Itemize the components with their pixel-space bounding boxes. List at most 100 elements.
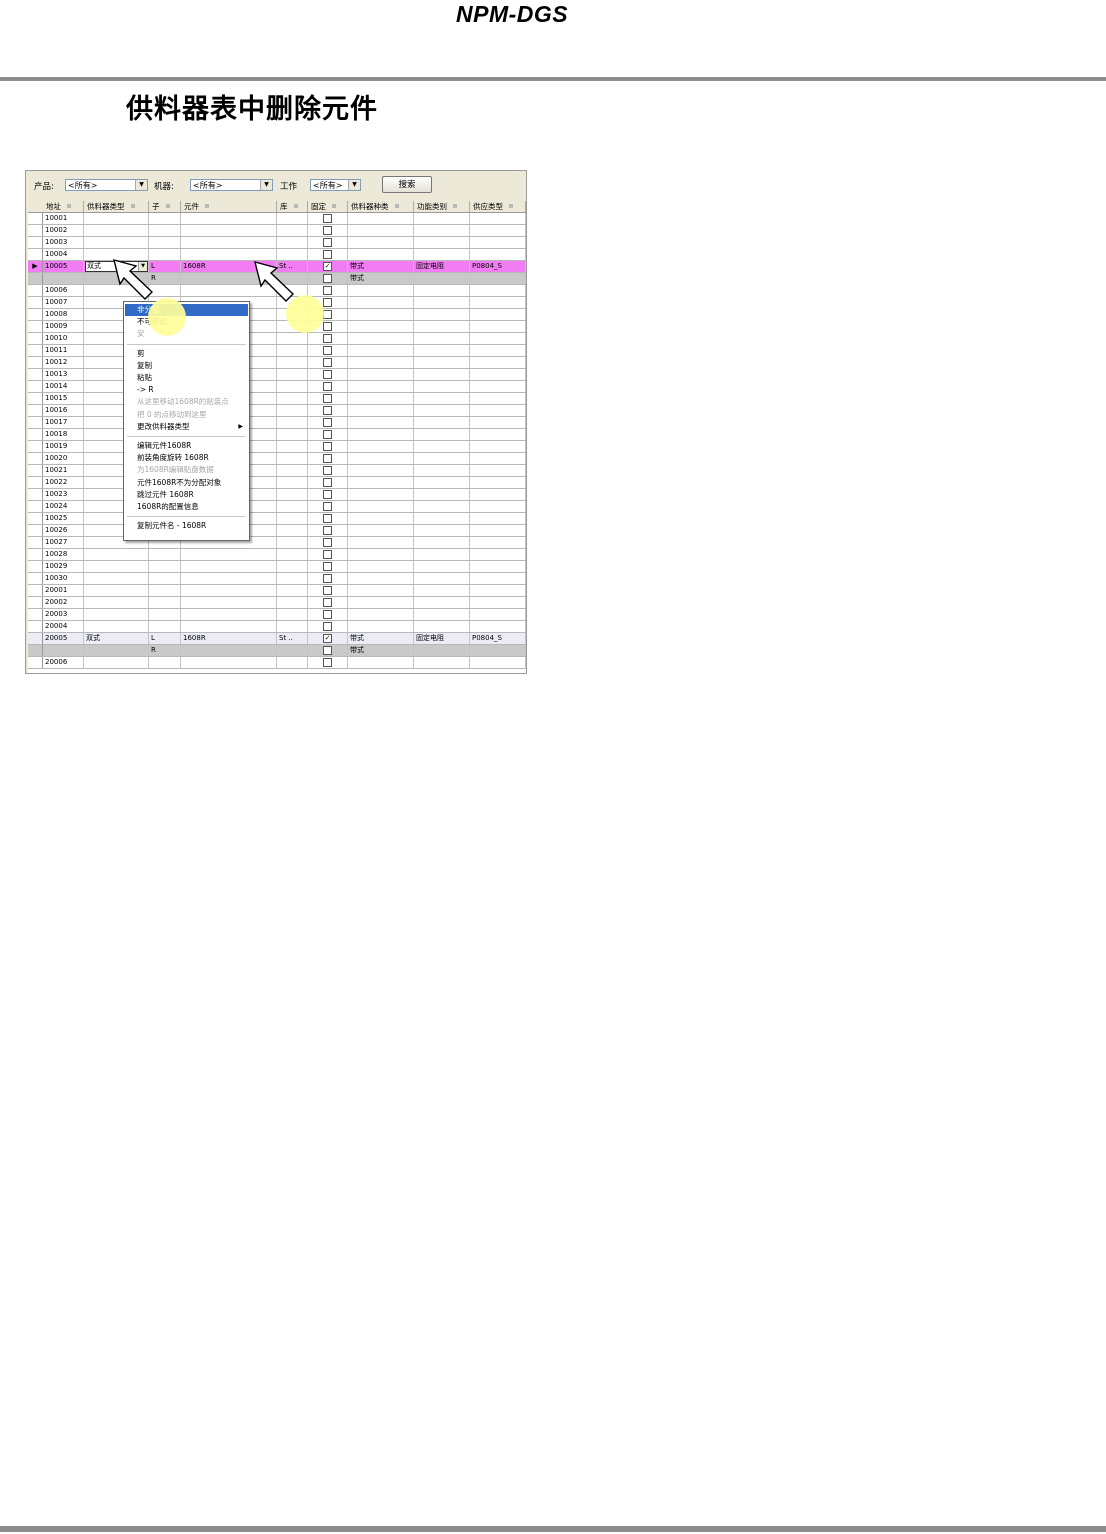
fixed-checkbox[interactable]	[323, 322, 332, 331]
table-cell-feeder-kind[interactable]	[348, 609, 414, 620]
fixed-checkbox[interactable]	[323, 562, 332, 571]
table-cell-addr[interactable]	[43, 273, 84, 284]
table-cell-fixed[interactable]	[308, 357, 348, 368]
table-cell-fixed[interactable]	[308, 513, 348, 524]
table-cell-feeder-kind[interactable]	[348, 477, 414, 488]
table-row[interactable]: 10027	[28, 537, 526, 549]
row-header[interactable]	[28, 333, 43, 344]
table-cell-part[interactable]	[181, 225, 277, 236]
table-cell-lib[interactable]: St ..	[277, 633, 308, 644]
table-cell-addr[interactable]: 10018	[43, 429, 84, 440]
table-row[interactable]: 10023	[28, 489, 526, 501]
table-row[interactable]: 10014	[28, 381, 526, 393]
table-cell-lib[interactable]	[277, 657, 308, 668]
table-cell-func[interactable]	[414, 321, 470, 332]
table-cell-part[interactable]	[181, 645, 277, 656]
table-cell-fixed[interactable]	[308, 417, 348, 428]
table-cell-feeder-type[interactable]	[84, 585, 149, 596]
table-cell-fixed[interactable]	[308, 609, 348, 620]
table-cell-fixed[interactable]	[308, 621, 348, 632]
fixed-checkbox[interactable]	[323, 538, 332, 547]
table-cell-addr[interactable]: 10010	[43, 333, 84, 344]
table-cell-supply[interactable]	[470, 477, 526, 488]
table-cell-lib[interactable]	[277, 237, 308, 248]
table-cell-fixed[interactable]	[308, 369, 348, 380]
fixed-checkbox[interactable]: ✓	[323, 262, 332, 271]
row-header[interactable]	[28, 561, 43, 572]
table-cell-lib[interactable]	[277, 213, 308, 224]
table-cell-sub[interactable]	[149, 549, 181, 560]
table-cell-supply[interactable]	[470, 309, 526, 320]
column-header[interactable]: 元件	[181, 201, 277, 212]
row-header[interactable]	[28, 645, 43, 656]
fixed-checkbox[interactable]	[323, 382, 332, 391]
table-cell-sub[interactable]	[149, 609, 181, 620]
table-cell-addr[interactable]: 10007	[43, 297, 84, 308]
table-cell-feeder-kind[interactable]	[348, 285, 414, 296]
table-row[interactable]: 10015	[28, 393, 526, 405]
fixed-checkbox[interactable]	[323, 370, 332, 379]
table-row[interactable]: 10020	[28, 453, 526, 465]
table-cell-func[interactable]	[414, 609, 470, 620]
fixed-checkbox[interactable]	[323, 586, 332, 595]
column-header[interactable]: 供料器类型	[84, 201, 149, 212]
table-cell-func[interactable]	[414, 225, 470, 236]
table-cell-addr[interactable]: 10017	[43, 417, 84, 428]
table-cell-fixed[interactable]	[308, 573, 348, 584]
table-cell-addr[interactable]: 20004	[43, 621, 84, 632]
table-cell-func[interactable]	[414, 525, 470, 536]
table-row[interactable]: 20004	[28, 621, 526, 633]
table-cell-supply[interactable]	[470, 525, 526, 536]
table-cell-sub[interactable]	[149, 657, 181, 668]
row-header[interactable]	[28, 213, 43, 224]
row-header[interactable]	[28, 225, 43, 236]
table-cell-addr[interactable]: 20005	[43, 633, 84, 644]
table-cell-supply[interactable]	[470, 645, 526, 656]
table-row[interactable]: 20003	[28, 609, 526, 621]
column-header[interactable]: 功能类别	[414, 201, 470, 212]
table-row[interactable]: 10025	[28, 513, 526, 525]
table-row[interactable]: 10012	[28, 357, 526, 369]
table-cell-supply[interactable]	[470, 405, 526, 416]
table-cell-feeder-kind[interactable]	[348, 525, 414, 536]
table-cell-sub[interactable]	[149, 213, 181, 224]
table-cell-fixed[interactable]	[308, 333, 348, 344]
table-cell-addr[interactable]: 10028	[43, 549, 84, 560]
fixed-checkbox[interactable]	[323, 226, 332, 235]
table-cell-fixed[interactable]	[308, 429, 348, 440]
table-cell-lib[interactable]	[277, 609, 308, 620]
table-cell-addr[interactable]: 10013	[43, 369, 84, 380]
table-cell-feeder-kind[interactable]	[348, 573, 414, 584]
table-cell-supply[interactable]	[470, 345, 526, 356]
table-cell-func[interactable]	[414, 573, 470, 584]
table-cell-lib[interactable]	[277, 249, 308, 260]
table-cell-lib[interactable]	[277, 513, 308, 524]
table-cell-addr[interactable]	[43, 645, 84, 656]
table-cell-feeder-kind[interactable]	[348, 405, 414, 416]
table-cell-feeder-type[interactable]	[84, 213, 149, 224]
table-cell-supply[interactable]	[470, 489, 526, 500]
table-cell-func[interactable]: 固定电阻	[414, 633, 470, 644]
row-header[interactable]	[28, 573, 43, 584]
table-cell-lib[interactable]	[277, 489, 308, 500]
row-header[interactable]	[28, 285, 43, 296]
fixed-checkbox[interactable]	[323, 250, 332, 259]
table-cell-func[interactable]	[414, 369, 470, 380]
table-cell-part[interactable]	[181, 585, 277, 596]
context-menu-item[interactable]: 复制元件名 - 1608R	[125, 520, 248, 532]
row-header[interactable]	[28, 369, 43, 380]
table-cell-addr[interactable]: 10003	[43, 237, 84, 248]
table-cell-func[interactable]	[414, 597, 470, 608]
table-cell-supply[interactable]	[470, 273, 526, 284]
table-cell-part[interactable]	[181, 561, 277, 572]
table-cell-addr[interactable]: 10014	[43, 381, 84, 392]
table-cell-supply[interactable]	[470, 597, 526, 608]
table-cell-fixed[interactable]	[308, 249, 348, 260]
table-cell-part[interactable]	[181, 213, 277, 224]
fixed-checkbox[interactable]	[323, 346, 332, 355]
table-cell-addr[interactable]: 10015	[43, 393, 84, 404]
table-row[interactable]: 10001	[28, 213, 526, 225]
table-cell-feeder-kind[interactable]	[348, 345, 414, 356]
table-cell-lib[interactable]	[277, 345, 308, 356]
table-cell-addr[interactable]: 10025	[43, 513, 84, 524]
